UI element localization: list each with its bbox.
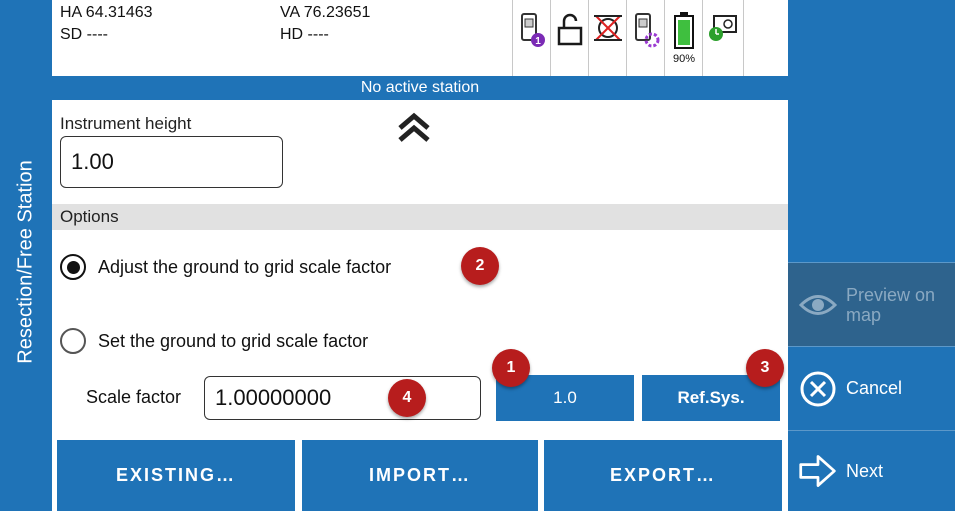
radio-checked-icon[interactable] <box>60 254 86 280</box>
hd-readout: HD ---- <box>280 26 329 43</box>
camera-clock-icon[interactable] <box>702 0 744 76</box>
callout-badge-1: 1 <box>492 349 530 387</box>
existing-button[interactable]: EXISTING… <box>57 440 295 511</box>
cancel-label: Cancel <box>846 378 903 398</box>
next-button[interactable]: Next <box>788 430 955 511</box>
set-scale-label: Set the ground to grid scale factor <box>98 330 369 351</box>
instrument-settings-icon[interactable] <box>626 0 664 76</box>
cancel-button[interactable]: Cancel <box>788 346 955 430</box>
instrument-height-label: Instrument height <box>60 114 192 133</box>
radio-unchecked-icon[interactable] <box>60 328 86 354</box>
adjust-scale-label: Adjust the ground to grid scale factor <box>98 256 392 277</box>
callout-badge-4: 4 <box>388 379 426 417</box>
battery-percent: 90% <box>672 53 694 65</box>
status-bar: HA 64.31463 VA 76.23651 SD ---- HD ---- … <box>52 0 788 76</box>
preview-label: Preview on map <box>846 284 936 325</box>
callout-badge-2: 2 <box>461 247 499 285</box>
instrument-height-input[interactable]: 1.00 <box>60 136 283 188</box>
svg-text:1: 1 <box>535 36 541 47</box>
ha-readout: HA 64.31463 <box>60 4 153 21</box>
sd-readout: SD ---- <box>60 26 108 43</box>
unlock-icon[interactable] <box>550 0 588 76</box>
va-readout: VA 76.23651 <box>280 4 371 21</box>
eye-icon <box>798 285 838 325</box>
callout-badge-3: 3 <box>746 349 784 387</box>
collapse-chevron-icon[interactable] <box>394 108 434 149</box>
preview-on-map-button[interactable]: Preview on map <box>788 262 955 346</box>
main-panel: Instrument height 1.00 Options Adjust th… <box>52 100 788 511</box>
options-header: Options <box>52 204 788 230</box>
import-button[interactable]: IMPORT… <box>302 440 538 511</box>
close-circle-icon <box>798 369 838 409</box>
action-column: Preview on map Cancel Next <box>788 0 955 511</box>
battery-icon: 90% <box>664 0 702 76</box>
instrument-1-icon[interactable]: 1 <box>512 0 550 76</box>
arrow-right-icon <box>798 451 838 491</box>
next-label: Next <box>846 460 884 481</box>
set-scale-radio[interactable]: Set the ground to grid scale factor <box>60 328 368 354</box>
adjust-scale-radio[interactable]: Adjust the ground to grid scale factor <box>60 254 391 280</box>
station-status: No active station <box>52 76 788 100</box>
export-button[interactable]: EXPORT… <box>544 440 782 511</box>
no-prism-icon[interactable] <box>588 0 626 76</box>
page-title: Resection/Free Station <box>14 160 37 364</box>
status-icons: 1 90% <box>512 0 744 76</box>
side-title-bar: Resection/Free Station <box>0 0 52 511</box>
scale-factor-input[interactable]: 1.00000000 <box>204 376 481 420</box>
scale-factor-label: Scale factor <box>86 387 182 407</box>
